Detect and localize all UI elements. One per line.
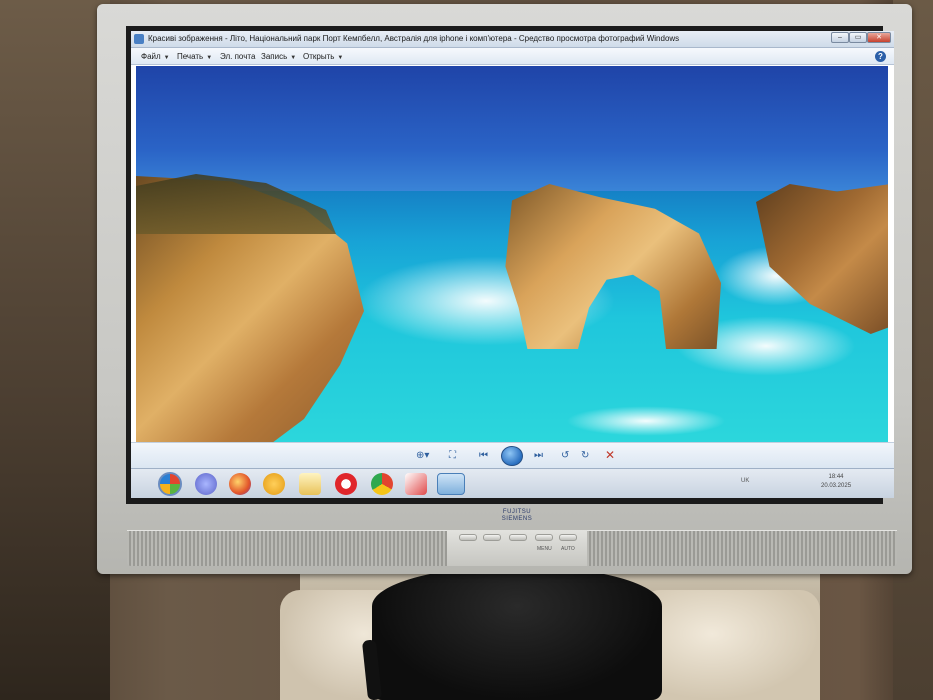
chevron-down-icon: ▼ (163, 55, 170, 61)
monitor-auto-button[interactable] (559, 534, 577, 541)
photo-viewer-icon (134, 34, 144, 44)
taskbar: UK 18:44 20.03.2025 (131, 468, 894, 498)
taskbar-clock[interactable]: 18:44 20.03.2025 (821, 473, 851, 491)
monitor-controls: MENU AUTO (447, 530, 587, 566)
zoom-icon[interactable]: ⊕▾ (416, 450, 429, 461)
menu-file-label: Файл (141, 52, 161, 61)
chevron-down-icon: ▼ (206, 55, 213, 61)
help-icon[interactable]: ? (875, 51, 886, 62)
tray-language[interactable]: UK (741, 478, 749, 484)
maximize-button[interactable]: ▭ (849, 32, 867, 43)
monitor-menu-button[interactable] (535, 534, 553, 541)
clock-date: 20.03.2025 (821, 483, 852, 489)
menu-open-label: Открыть (303, 52, 335, 61)
rotate-left-icon[interactable]: ↺ (561, 450, 569, 461)
menu-file[interactable]: Файл ▼ (141, 52, 170, 61)
previous-icon[interactable]: ⏮ (479, 450, 488, 461)
auto-label: AUTO (561, 546, 575, 552)
window-title: Красиві зображення - Літо, Національний … (148, 34, 680, 43)
viewer-toolbar: ⊕▾ ⛶ ⏮ ⏭ ↺ ↻ ✕ (131, 442, 894, 468)
media-player-icon[interactable] (263, 473, 285, 495)
menu-burn-label: Запись (261, 52, 288, 61)
menu-print-label: Печать (177, 52, 204, 61)
window-titlebar[interactable]: Красиві зображення - Літо, Національний … (131, 31, 894, 48)
chrome-icon[interactable] (371, 473, 393, 495)
rotate-right-icon[interactable]: ↻ (581, 450, 589, 461)
menu-email[interactable]: Эл. почта (220, 52, 255, 61)
firefox-icon[interactable] (229, 473, 251, 495)
monitor-up-button[interactable] (483, 534, 501, 541)
opera-icon[interactable] (335, 473, 357, 495)
surf-foam (566, 406, 726, 436)
chevron-down-icon: ▼ (290, 55, 297, 61)
menu-print[interactable]: Печать ▼ (177, 52, 212, 61)
menu-label: MENU (537, 546, 552, 552)
chevron-down-icon: ▼ (337, 55, 344, 61)
viber-icon[interactable] (195, 473, 217, 495)
next-icon[interactable]: ⏭ (534, 450, 543, 461)
file-explorer-icon[interactable] (299, 473, 321, 495)
monitor-power-button[interactable] (509, 534, 527, 541)
cliff-left-vegetation (136, 174, 336, 234)
start-button[interactable] (158, 472, 182, 496)
monitor-down-button[interactable] (459, 534, 477, 541)
paint-icon[interactable] (405, 473, 427, 495)
clock-time: 18:44 (828, 474, 844, 480)
delete-icon[interactable]: ✕ (605, 448, 615, 462)
menu-bar: Файл ▼ Печать ▼ Эл. почта Запись ▼ Открыть ▼… (131, 48, 894, 65)
slideshow-button[interactable] (501, 446, 523, 466)
screen: Красиві зображення - Літо, Національний … (131, 31, 894, 498)
displayed-photo (136, 66, 888, 442)
photo-viewer-taskbar-icon[interactable] (437, 473, 465, 495)
actual-size-icon[interactable]: ⛶ (449, 450, 456, 461)
monitor-stand (372, 566, 662, 700)
close-button[interactable]: ✕ (867, 32, 891, 43)
menu-open[interactable]: Открыть ▼ (303, 52, 343, 61)
minimize-button[interactable]: – (831, 32, 849, 43)
brand-logo: FUJITSU SIEMENS (501, 509, 533, 522)
room-wall-left (0, 0, 110, 700)
fleece-cloth-right (640, 590, 820, 700)
menu-burn[interactable]: Запись ▼ (261, 52, 296, 61)
